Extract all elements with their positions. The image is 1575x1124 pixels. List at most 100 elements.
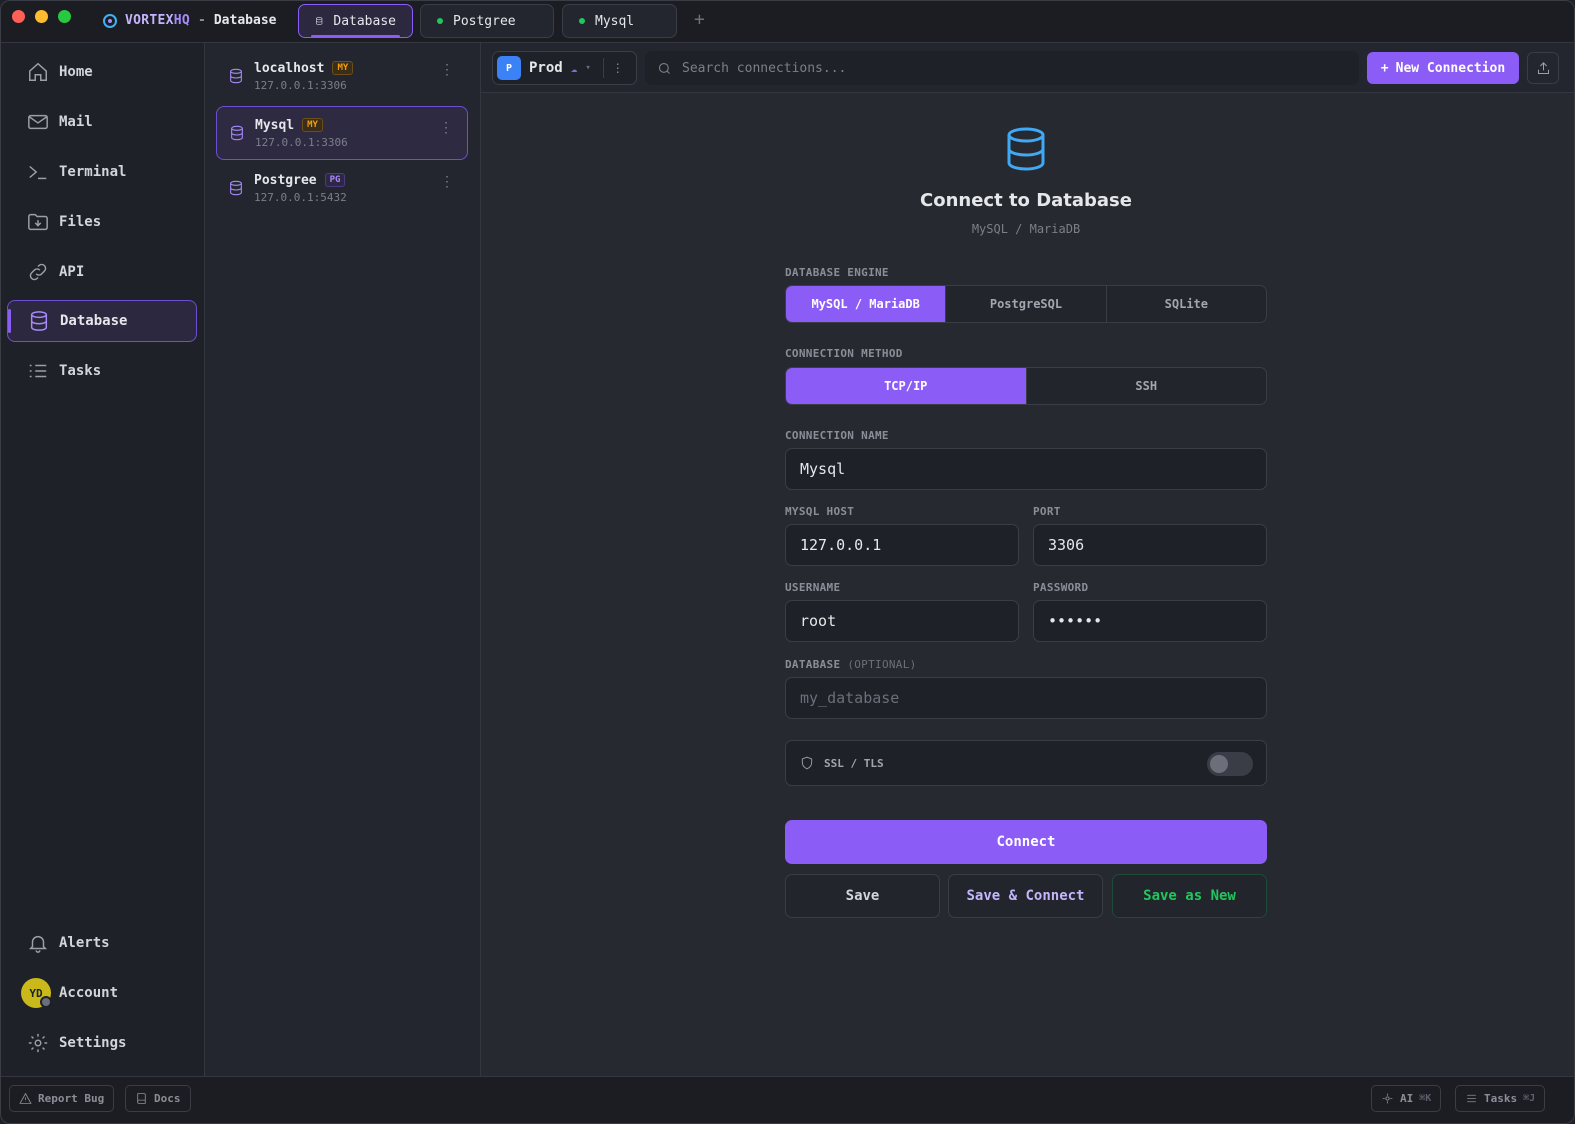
gear-icon <box>28 1033 48 1053</box>
method-ssh-option[interactable]: SSH <box>1025 368 1267 404</box>
tab-label: Mysql <box>595 13 635 29</box>
docs-button[interactable]: Docs <box>125 1085 191 1112</box>
tab-database[interactable]: Database <box>298 4 413 38</box>
ssl-toggle[interactable] <box>1207 752 1253 776</box>
sidebar-item-label: Alerts <box>59 935 110 951</box>
connection-list: localhost MY 127.0.0.1:3306 ⋮ Mysql MY 127… <box>205 43 481 1076</box>
bottom-bar: Report Bug Docs AI ⌘K Tasks ⌘J <box>1 1076 1574 1123</box>
list-icon <box>1467 1094 1476 1103</box>
engine-postgresql-option[interactable]: PostgreSQL <box>945 286 1105 322</box>
sidebar-item-home[interactable]: Home <box>7 51 197 93</box>
mail-icon <box>28 114 48 130</box>
connection-item-mysql[interactable]: Mysql MY 127.0.0.1:3306 ⋮ <box>216 106 468 160</box>
tab-mysql[interactable]: Mysql <box>562 4 677 38</box>
main-panel: Connect to Database MySQL / MariaDB DATA… <box>481 93 1574 1076</box>
tab-label: Database <box>333 13 396 29</box>
sidebar-item-api[interactable]: API <box>7 251 197 293</box>
method-label: CONNECTION METHOD <box>785 347 903 360</box>
tasks-shortcut: ⌘J <box>1523 1093 1536 1104</box>
more-options-icon[interactable]: ⋮ <box>612 61 624 75</box>
port-field[interactable]: 3306 <box>1033 524 1267 566</box>
connection-name-row: Mysql MY <box>255 118 348 133</box>
connection-item-localhost[interactable]: localhost MY 127.0.0.1:3306 ⋮ <box>216 49 468 103</box>
engine-selector: MySQL / MariaDB PostgreSQL SQLite <box>785 285 1267 323</box>
save-button[interactable]: Save <box>785 874 940 918</box>
brand-name: VORTEXHQ <box>125 13 190 28</box>
more-options-icon[interactable]: ⋮ <box>439 121 453 135</box>
port-label: PORT <box>1033 505 1061 518</box>
zoom-window-button[interactable] <box>58 10 71 23</box>
sidebar-item-label: Files <box>59 214 102 230</box>
connection-text: Postgree PG 127.0.0.1:5432 <box>254 173 347 204</box>
sidebar-item-database[interactable]: Database <box>7 300 197 342</box>
report-bug-button[interactable]: Report Bug <box>9 1085 115 1112</box>
sidebar-item-account[interactable]: YD Account <box>7 972 197 1014</box>
window-name: Database <box>213 13 277 28</box>
connect-button[interactable]: Connect <box>785 820 1267 864</box>
warning-icon <box>19 1092 32 1104</box>
add-tab-button[interactable]: + <box>694 9 705 30</box>
new-connection-button[interactable]: + New Connection <box>1367 52 1519 84</box>
connection-name: Postgree <box>254 172 317 188</box>
ssl-row: SSL / TLS <box>785 740 1267 786</box>
tab-postgree[interactable]: Postgree <box>420 4 554 38</box>
more-options-icon[interactable]: ⋮ <box>440 175 454 189</box>
app-window: VORTEXHQ - Database Database Postgree My… <box>0 0 1575 1124</box>
plus-icon: + <box>1380 60 1389 76</box>
connection-text: Mysql MY 127.0.0.1:3306 <box>255 118 348 149</box>
connection-address: 127.0.0.1:3306 <box>255 135 348 149</box>
sidebar-item-label: Account <box>59 985 119 1001</box>
database-icon <box>230 180 242 196</box>
host-field[interactable]: 127.0.0.1 <box>785 524 1019 566</box>
cloud-icon: ☁ <box>570 61 578 75</box>
sidebar-item-mail[interactable]: Mail <box>7 101 197 143</box>
host-label: MYSQL HOST <box>785 505 855 518</box>
username-label: USERNAME <box>785 581 841 594</box>
link-icon <box>29 263 47 281</box>
connection-item-postgree[interactable]: Postgree PG 127.0.0.1:5432 ⋮ <box>216 161 468 215</box>
sidebar-item-files[interactable]: Files <box>7 201 197 243</box>
method-selector: TCP/IP SSH <box>785 367 1267 405</box>
username-field[interactable]: root <box>785 600 1019 642</box>
engine-badge: PG <box>324 173 346 187</box>
method-tcpip-option[interactable]: TCP/IP <box>786 368 1026 404</box>
export-button[interactable] <box>1527 52 1559 84</box>
status-dot-icon <box>437 18 443 24</box>
search-box[interactable] <box>645 51 1359 85</box>
search-input[interactable] <box>682 60 1282 76</box>
home-icon <box>29 62 47 81</box>
sidebar-item-terminal[interactable]: Terminal <box>7 151 197 193</box>
close-window-button[interactable] <box>12 10 25 23</box>
database-label: DATABASE (OPTIONAL) <box>785 658 917 671</box>
minimize-window-button[interactable] <box>35 10 48 23</box>
avatar: YD <box>21 978 52 1008</box>
database-field[interactable]: my_database <box>785 677 1267 719</box>
environment-name: Prod <box>529 60 563 76</box>
sidebar-item-alerts[interactable]: Alerts <box>7 922 197 964</box>
ssl-label: SSL / TLS <box>824 756 884 770</box>
environment-selector[interactable]: P Prod ☁ ▾ ⋮ <box>492 51 637 85</box>
title-separator: - <box>198 13 206 28</box>
password-label: PASSWORD <box>1033 581 1089 594</box>
save-as-new-button[interactable]: Save as New <box>1112 874 1267 918</box>
connection-name-row: Postgree PG <box>254 173 347 188</box>
folder-icon <box>28 213 48 231</box>
sidebar-item-tasks[interactable]: Tasks <box>7 350 197 392</box>
engine-sqlite-option[interactable]: SQLite <box>1105 286 1266 322</box>
sidebar-item-settings[interactable]: Settings <box>7 1022 197 1064</box>
engine-mysql-option[interactable]: MySQL / MariaDB <box>786 286 946 322</box>
connection-name-field[interactable]: Mysql <box>785 448 1267 490</box>
more-options-icon[interactable]: ⋮ <box>440 63 454 77</box>
ai-button[interactable]: AI ⌘K <box>1371 1085 1442 1112</box>
search-icon <box>658 62 670 74</box>
tab-label: Postgree <box>453 13 516 29</box>
docs-label: Docs <box>154 1092 181 1105</box>
tasks-button[interactable]: Tasks ⌘J <box>1455 1085 1546 1112</box>
sidebar-item-label: Terminal <box>59 164 127 180</box>
sidebar-item-label: Tasks <box>59 363 102 379</box>
sidebar-item-label: Database <box>60 313 128 329</box>
optional-hint: (OPTIONAL) <box>847 658 917 671</box>
save-and-connect-button[interactable]: Save & Connect <box>948 874 1103 918</box>
database-icon <box>231 125 243 141</box>
password-field[interactable]: •••••• <box>1033 600 1267 642</box>
